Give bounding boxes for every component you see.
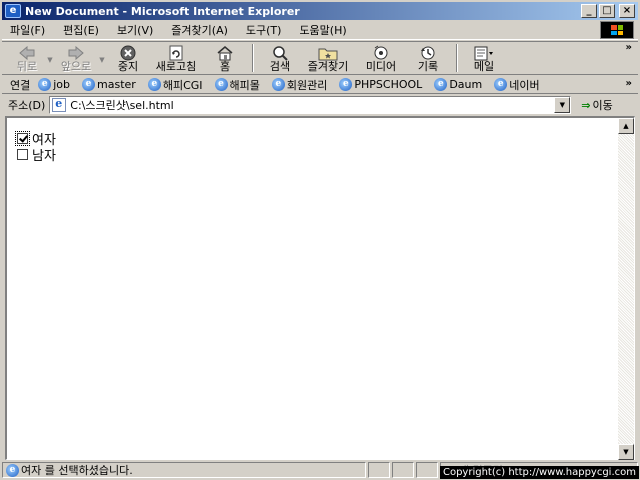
ie-link-icon: e	[271, 78, 285, 91]
stop-icon	[120, 44, 136, 61]
mail-icon	[473, 44, 495, 61]
address-box: ▼	[49, 96, 572, 114]
links-more-chevron-icon[interactable]: »	[626, 78, 632, 89]
minimize-button[interactable]: _	[581, 4, 597, 18]
mail-button[interactable]: 메일	[464, 44, 504, 74]
ie-link-icon: e	[147, 78, 161, 91]
home-icon	[216, 44, 234, 61]
status-cell	[416, 462, 438, 478]
page-icon	[52, 97, 67, 112]
status-text: 여자 를 선택하셨습니다.	[21, 464, 133, 477]
back-button[interactable]: 뒤로	[10, 44, 44, 74]
status-cell	[392, 462, 414, 478]
go-button[interactable]: ⇒ 이동	[581, 97, 612, 113]
ie-link-icon: e	[434, 78, 448, 91]
link-phpschool[interactable]: e PHPSCHOOL	[339, 78, 422, 91]
ie-icon: e	[5, 4, 21, 18]
search-icon	[271, 44, 289, 61]
document-body: 여자 남자	[7, 118, 618, 460]
ie-link-icon: e	[38, 78, 52, 91]
standard-toolbar: 뒤로 ▼ 앞으로 ▼ 중지 새로고침 홈 검색 즐겨찾기 미디어 기록 메일 »	[2, 41, 638, 75]
menu-edit[interactable]: 편집(E)	[63, 22, 99, 38]
forward-button[interactable]: 앞으로	[56, 44, 96, 74]
vertical-scrollbar[interactable]: ▲ ▼	[618, 118, 634, 460]
back-arrow-icon	[19, 44, 35, 61]
windows-logo-icon	[600, 21, 634, 39]
go-arrow-icon: ⇒	[581, 98, 591, 112]
ie-link-icon: e	[214, 78, 228, 91]
ie-link-icon: e	[82, 78, 96, 91]
status-cell	[368, 462, 390, 478]
media-button[interactable]: 미디어	[356, 44, 406, 74]
scroll-up-icon[interactable]: ▲	[618, 118, 634, 134]
copyright-watermark: Copyright(c) http://www.happycgi.com	[439, 466, 639, 479]
menu-file[interactable]: 파일(F)	[10, 22, 45, 38]
menu-view[interactable]: 보기(V)	[117, 22, 153, 38]
favorites-folder-icon	[318, 44, 338, 61]
menu-help[interactable]: 도움말(H)	[299, 22, 346, 38]
option-male[interactable]: 남자	[17, 146, 618, 164]
menu-tools[interactable]: 도구(T)	[246, 22, 282, 38]
page-content: 여자 남자 ▲ ▼	[5, 116, 635, 460]
link-job[interactable]: e job	[38, 78, 70, 91]
stop-button[interactable]: 중지	[108, 44, 148, 74]
menu-bar: 파일(F) 편집(E) 보기(V) 즐겨찾기(A) 도구(T) 도움말(H)	[2, 21, 638, 40]
media-icon	[372, 44, 390, 61]
option-female[interactable]: 여자	[15, 130, 618, 148]
refresh-button[interactable]: 새로고침	[148, 44, 204, 74]
address-label: 주소(D)	[8, 99, 46, 112]
page-done-icon: e	[6, 463, 19, 477]
menu-favorites[interactable]: 즐겨찾기(A)	[171, 22, 228, 38]
home-button[interactable]: 홈	[204, 44, 246, 74]
close-button[interactable]: ×	[619, 4, 635, 18]
link-happycgi[interactable]: e 해피CGI	[147, 77, 203, 93]
search-button[interactable]: 검색	[260, 44, 300, 74]
link-naver[interactable]: e 네이버	[494, 77, 540, 93]
link-daum[interactable]: e Daum	[434, 78, 482, 91]
links-title: 연결	[10, 78, 31, 92]
male-label: 남자	[32, 148, 56, 164]
link-master[interactable]: e master	[82, 78, 136, 91]
address-input[interactable]	[70, 98, 555, 112]
browser-window: e New Document - Microsoft Internet Expl…	[0, 0, 640, 480]
address-bar: 주소(D) ▼ ⇒ 이동	[2, 95, 638, 115]
favorites-button[interactable]: 즐겨찾기	[300, 44, 356, 74]
address-dropdown-icon[interactable]: ▼	[554, 97, 571, 113]
forward-arrow-icon	[68, 44, 84, 61]
refresh-icon	[168, 44, 184, 61]
maximize-button[interactable]: □	[599, 4, 615, 18]
forward-dropdown-icon[interactable]: ▼	[96, 56, 108, 64]
history-button[interactable]: 기록	[406, 44, 450, 74]
toolbar-more-chevron-icon[interactable]: »	[626, 42, 632, 53]
toolbar-separator	[456, 44, 458, 72]
status-main: e 여자 를 선택하셨습니다.	[2, 462, 366, 478]
female-checkbox[interactable]	[15, 130, 30, 146]
links-bar: 연결 e job e master e 해피CGI e 해피몰 e 회원관리 e PHPSC…	[2, 76, 638, 94]
link-happymall[interactable]: e 해피몰	[214, 77, 260, 93]
scroll-down-icon[interactable]: ▼	[618, 444, 634, 460]
ie-link-icon: e	[494, 78, 508, 91]
toolbar-separator	[252, 44, 254, 72]
male-checkbox[interactable]	[17, 148, 28, 160]
title-bar[interactable]: e New Document - Microsoft Internet Expl…	[2, 2, 638, 20]
history-icon	[419, 44, 437, 61]
link-member-management[interactable]: e 회원관리	[271, 77, 327, 93]
window-title: New Document - Microsoft Internet Explor…	[25, 4, 300, 18]
ie-link-icon: e	[339, 78, 353, 91]
back-dropdown-icon[interactable]: ▼	[44, 56, 56, 64]
